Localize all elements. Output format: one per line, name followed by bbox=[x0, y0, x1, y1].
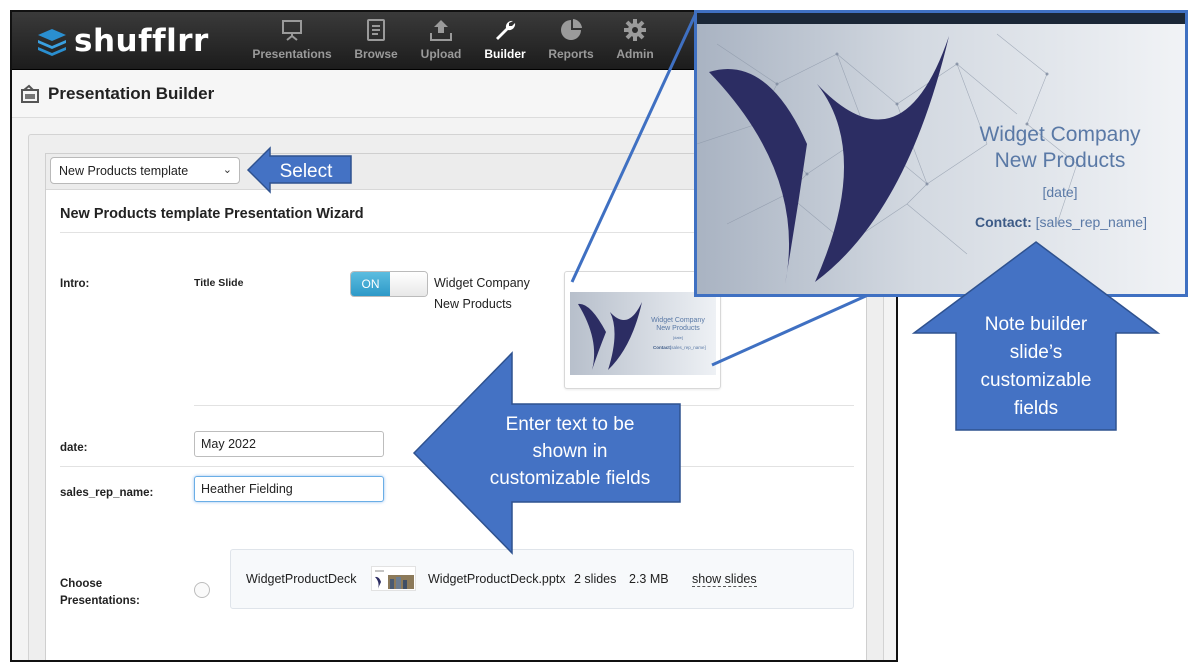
slide-title-line: New Products bbox=[994, 149, 1126, 172]
slide-title: Widget Company New Products bbox=[975, 122, 1145, 174]
slide-title-line: Widget Company bbox=[979, 123, 1141, 146]
preview-top-bar bbox=[697, 13, 1185, 24]
callout-line: Enter text to be bbox=[505, 414, 635, 435]
enter-text-callout-text: Enter text to be shown in customizable f… bbox=[470, 411, 670, 492]
slide-contact-label: Contact: bbox=[975, 214, 1032, 230]
select-callout-text: Select bbox=[279, 161, 333, 182]
callout-line: slide’s bbox=[1009, 342, 1063, 363]
slide-date-field: [date] bbox=[1042, 184, 1078, 200]
slide-contact-value: [sales_rep_name] bbox=[1035, 214, 1147, 230]
slide-contact: Contact: [sales_rep_name] bbox=[975, 214, 1175, 230]
large-slide-preview: Widget Company New Products [date] Conta… bbox=[694, 10, 1188, 297]
slide-canvas: Widget Company New Products [date] Conta… bbox=[697, 24, 1185, 294]
callout-line: fields bbox=[1013, 398, 1059, 419]
callout-line: customizable bbox=[980, 370, 1092, 391]
callout-line: Note builder bbox=[984, 314, 1088, 335]
callout-line: customizable fields bbox=[489, 468, 651, 489]
callout-line: shown in bbox=[532, 441, 608, 462]
note-callout-text: Note builder slide’s customizable fields bbox=[956, 311, 1116, 423]
